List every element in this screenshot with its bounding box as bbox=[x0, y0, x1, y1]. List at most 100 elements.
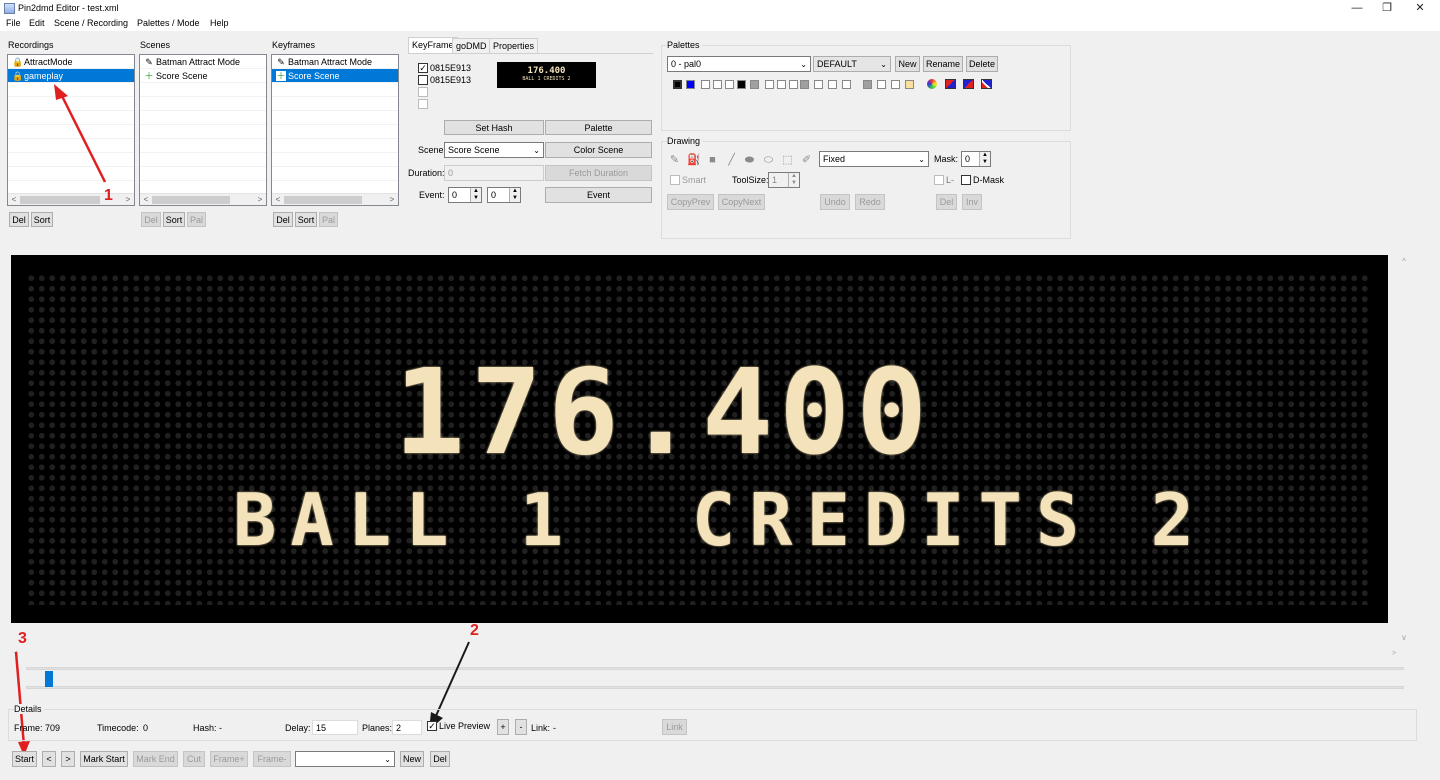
color-swatch[interactable] bbox=[863, 80, 872, 89]
l-minus-checkbox[interactable] bbox=[934, 175, 944, 185]
fill-mode-select[interactable]: Fixed ⌄ bbox=[819, 151, 929, 167]
scene-select[interactable]: Score Scene ⌄ bbox=[444, 142, 544, 158]
smart-checkbox[interactable] bbox=[670, 175, 680, 185]
copy-next-button[interactable]: CopyNext bbox=[718, 194, 765, 210]
palette-button[interactable]: Palette bbox=[545, 120, 652, 135]
scenes-sort-button[interactable]: Sort bbox=[163, 212, 185, 227]
vertical-scrollbar[interactable]: ^ v bbox=[1400, 255, 1414, 645]
scroll-right-icon[interactable]: > bbox=[1392, 650, 1396, 657]
scenes-del-button[interactable]: Del bbox=[141, 212, 161, 227]
bottom-del-button[interactable]: Del bbox=[430, 751, 450, 767]
hash-checkbox-1[interactable]: ✓ bbox=[418, 63, 428, 73]
link-button[interactable]: Link bbox=[662, 719, 687, 735]
horizontal-scrollbar[interactable]: < > bbox=[140, 193, 266, 205]
stepper-arrows-icon[interactable]: ▲ ▼ bbox=[788, 173, 799, 187]
select-icon[interactable]: ⬚ bbox=[781, 154, 794, 166]
stepper-arrows-icon[interactable]: ▲ ▼ bbox=[509, 188, 520, 202]
tab-godmd[interactable]: goDMD bbox=[452, 38, 491, 54]
scenes-list[interactable]: ✎ Batman Attract Mode ＋ Score Scene < > bbox=[139, 54, 267, 206]
stepper-arrows-icon[interactable]: ▲ ▼ bbox=[470, 188, 481, 202]
scenes-pal-button[interactable]: Pal bbox=[187, 212, 206, 227]
palette-new-button[interactable]: New bbox=[895, 56, 920, 72]
palette-select[interactable]: 0 - pal0 ⌄ bbox=[667, 56, 811, 72]
plus-button[interactable]: + bbox=[497, 719, 509, 735]
invert-button[interactable]: Inv bbox=[962, 194, 982, 210]
mask-stepper[interactable]: 0 ▲ ▼ bbox=[961, 151, 991, 167]
live-preview-checkbox[interactable]: ✓ bbox=[427, 721, 437, 731]
event-button[interactable]: Event bbox=[545, 187, 652, 203]
circle-icon[interactable]: ⬭ bbox=[762, 154, 775, 166]
color-swatch[interactable] bbox=[905, 80, 914, 89]
horizontal-scrollbar[interactable]: < > bbox=[272, 193, 398, 205]
scroll-down-icon[interactable]: v bbox=[1402, 633, 1406, 642]
color-swatch[interactable] bbox=[814, 80, 823, 89]
list-item[interactable]: ✎ Batman Attract Mode bbox=[140, 55, 266, 69]
list-item[interactable]: 🔒 gameplay bbox=[8, 69, 134, 83]
color-swatch[interactable] bbox=[777, 80, 786, 89]
scrollbar-thumb[interactable] bbox=[152, 196, 230, 204]
delay-field[interactable]: 15 bbox=[312, 720, 358, 735]
next-frame-button[interactable]: > bbox=[61, 751, 75, 767]
redo-button[interactable]: Redo bbox=[855, 194, 885, 210]
fill-icon[interactable]: ⛽ bbox=[687, 154, 701, 166]
filled-circle-icon[interactable]: ⬬ bbox=[743, 154, 756, 166]
color-swatch[interactable] bbox=[891, 80, 900, 89]
scroll-right-icon[interactable]: > bbox=[254, 194, 266, 205]
scroll-left-icon[interactable]: < bbox=[8, 194, 20, 205]
hash-checkbox-3[interactable] bbox=[418, 87, 428, 97]
scroll-right-icon[interactable]: > bbox=[386, 194, 398, 205]
toolsize-stepper[interactable]: 1 ▲ ▼ bbox=[768, 172, 800, 188]
eyedropper-icon[interactable]: ✐ bbox=[800, 154, 813, 166]
menu-edit[interactable]: Edit bbox=[29, 18, 45, 28]
mark-end-button[interactable]: Mark End bbox=[133, 751, 178, 767]
frame-plus-button[interactable]: Frame+ bbox=[210, 751, 248, 767]
color-swatch[interactable] bbox=[789, 80, 798, 89]
color-swatch[interactable] bbox=[713, 80, 722, 89]
color-scene-button[interactable]: Color Scene bbox=[545, 142, 652, 158]
dmd-display[interactable]: 176.400 BALL 1 CREDITS 2 bbox=[11, 255, 1388, 623]
palette-import-icon[interactable] bbox=[945, 79, 956, 89]
horizontal-scrollbar[interactable]: < > bbox=[8, 193, 134, 205]
bottom-new-button[interactable]: New bbox=[400, 751, 424, 767]
scroll-left-icon[interactable]: < bbox=[140, 194, 152, 205]
menu-scene-recording[interactable]: Scene / Recording bbox=[54, 18, 128, 28]
color-swatch[interactable] bbox=[765, 80, 774, 89]
event-stepper-2[interactable]: 0 ▲ ▼ bbox=[487, 187, 521, 203]
copy-prev-button[interactable]: CopyPrev bbox=[667, 194, 714, 210]
keyframes-list[interactable]: ✎ Batman Attract Mode ＋ Score Scene < > bbox=[271, 54, 399, 206]
recordings-del-button[interactable]: Del bbox=[9, 212, 29, 227]
event-stepper-1[interactable]: 0 ▲ ▼ bbox=[448, 187, 482, 203]
color-swatch[interactable] bbox=[877, 80, 886, 89]
maximize-button[interactable]: ❐ bbox=[1372, 0, 1402, 17]
frame-minus-button[interactable]: Frame- bbox=[253, 751, 291, 767]
palette-type-select[interactable]: DEFAULT ⌄ bbox=[813, 56, 891, 72]
duration-field[interactable]: 0 bbox=[444, 165, 544, 181]
palette-swap-icon[interactable] bbox=[981, 79, 992, 89]
color-swatch[interactable] bbox=[842, 80, 851, 89]
menu-file[interactable]: File bbox=[6, 18, 21, 28]
scrollbar-thumb[interactable] bbox=[284, 196, 362, 204]
minimize-button[interactable]: — bbox=[1342, 0, 1372, 17]
menu-palettes-mode[interactable]: Palettes / Mode bbox=[137, 18, 200, 28]
list-item[interactable]: 🔒 AttractMode bbox=[8, 55, 134, 69]
rectangle-icon[interactable]: ■ bbox=[706, 154, 719, 166]
color-swatch[interactable] bbox=[725, 80, 734, 89]
recordings-sort-button[interactable]: Sort bbox=[31, 212, 53, 227]
bottom-select[interactable]: ⌄ bbox=[295, 751, 395, 767]
color-swatch[interactable] bbox=[750, 80, 759, 89]
drawing-del-button[interactable]: Del bbox=[936, 194, 957, 210]
minus-button[interactable]: - bbox=[515, 719, 527, 735]
tab-keyframe[interactable]: KeyFrame bbox=[408, 37, 458, 54]
palette-delete-button[interactable]: Delete bbox=[966, 56, 998, 72]
planes-field[interactable]: 2 bbox=[392, 720, 422, 735]
dmask-checkbox[interactable] bbox=[961, 175, 971, 185]
hash-checkbox-2[interactable] bbox=[418, 75, 428, 85]
list-item[interactable]: ＋ Score Scene bbox=[140, 69, 266, 83]
start-button[interactable]: Start bbox=[12, 751, 37, 767]
fetch-duration-button[interactable]: Fetch Duration bbox=[545, 165, 652, 181]
menu-help[interactable]: Help bbox=[210, 18, 229, 28]
scroll-up-icon[interactable]: ^ bbox=[1402, 257, 1406, 266]
scroll-left-icon[interactable]: < bbox=[272, 194, 284, 205]
pencil-icon[interactable]: ✎ bbox=[668, 154, 681, 166]
timeline-slider-handle[interactable] bbox=[45, 671, 53, 687]
